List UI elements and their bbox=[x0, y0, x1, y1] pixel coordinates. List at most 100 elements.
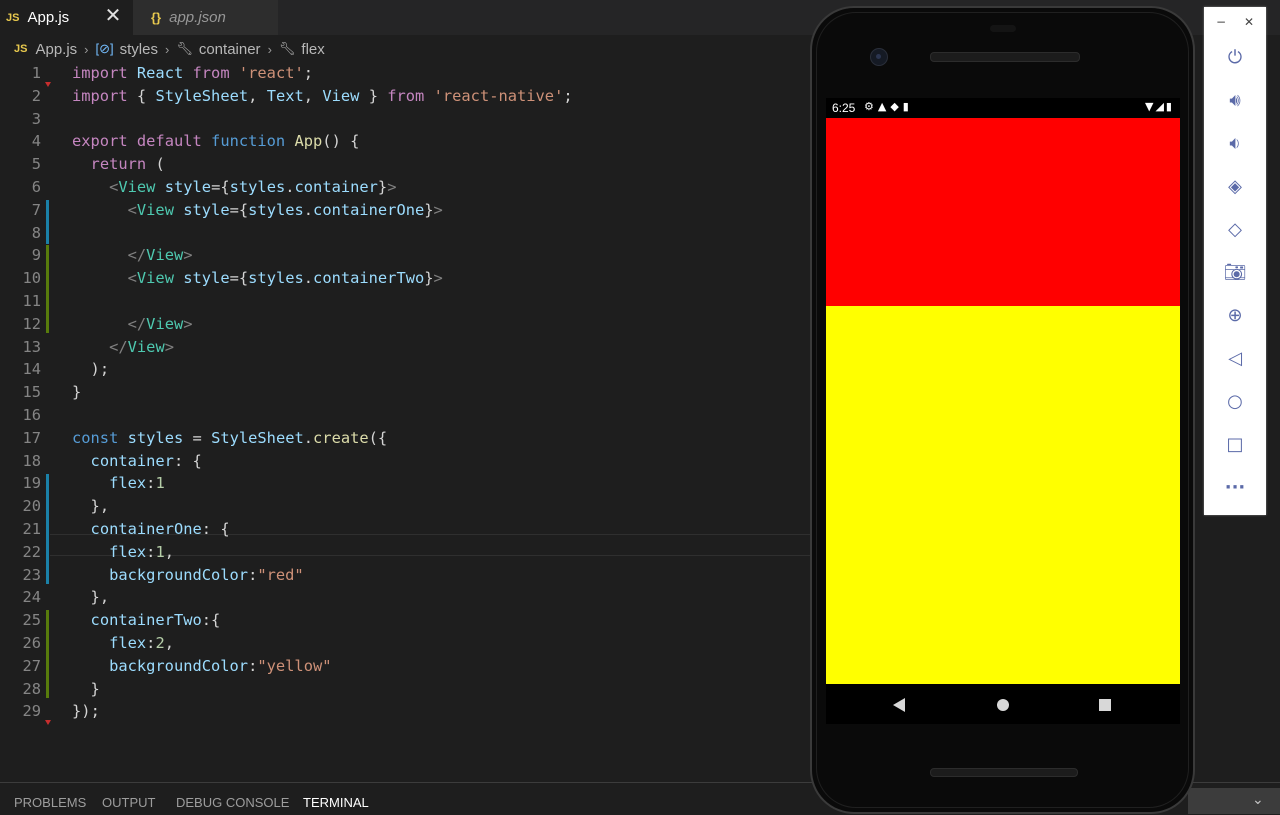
code-line[interactable]: 25 containerTwo:{ bbox=[0, 609, 810, 631]
close-icon[interactable]: ✕ bbox=[104, 4, 122, 26]
breadcrumb: JS App.js › [⊘] styles › 🔧︎ container › … bbox=[0, 38, 325, 60]
line-number: 18 bbox=[22, 451, 41, 470]
volume-up-icon[interactable]: 🔊︎ bbox=[1204, 83, 1266, 117]
tab-terminal[interactable]: TERMINAL bbox=[303, 795, 369, 810]
code-text: backgroundColor:"yellow" bbox=[109, 656, 332, 675]
close-icon[interactable]: ✕ bbox=[1244, 15, 1254, 29]
code-text: flex:1 bbox=[109, 474, 165, 493]
js-file-icon: JS bbox=[14, 43, 28, 55]
tab-label: App.js bbox=[27, 9, 70, 26]
code-text: </View> bbox=[109, 337, 174, 356]
line-number: 17 bbox=[22, 428, 41, 447]
line-number: 10 bbox=[22, 269, 41, 288]
home-icon[interactable]: ○ bbox=[1204, 384, 1266, 418]
signal-battery-icons: ▼◢▮ bbox=[1145, 100, 1174, 113]
code-line[interactable]: 29}); bbox=[0, 700, 810, 722]
camera-icon[interactable]: 📷︎ bbox=[1204, 255, 1266, 289]
code-line[interactable]: 15} bbox=[0, 381, 810, 403]
line-number: 24 bbox=[22, 588, 41, 607]
code-line[interactable]: 6 <View style={styles.container}> bbox=[0, 176, 810, 198]
code-text: }); bbox=[72, 702, 100, 721]
tab-output[interactable]: OUTPUT bbox=[102, 795, 155, 810]
minimize-icon[interactable]: − bbox=[1216, 15, 1226, 29]
line-number: 9 bbox=[31, 246, 41, 265]
rotate-right-icon[interactable]: ◇ bbox=[1204, 212, 1266, 246]
code-line[interactable]: 11 bbox=[0, 290, 810, 312]
code-line[interactable]: 7 <View style={styles.containerOne}> bbox=[0, 199, 810, 221]
code-line[interactable]: 9 </View> bbox=[0, 244, 810, 266]
breadcrumb-item[interactable]: flex bbox=[301, 41, 324, 58]
code-text: flex:1, bbox=[109, 542, 174, 561]
tab-label: app.json bbox=[169, 9, 226, 26]
js-file-icon: JS bbox=[6, 11, 20, 24]
volume-down-icon[interactable]: 🔉︎ bbox=[1204, 126, 1266, 160]
code-text: containerTwo:{ bbox=[90, 611, 221, 630]
overview-icon[interactable]: □ bbox=[1204, 427, 1266, 461]
code-line[interactable]: 17 const styles = StyleSheet.create({ bbox=[0, 427, 810, 449]
code-text: }, bbox=[90, 497, 110, 516]
code-text: export default function App() { bbox=[72, 132, 360, 151]
code-text: const styles = StyleSheet.create({ bbox=[72, 428, 388, 447]
line-number: 22 bbox=[22, 542, 41, 561]
code-line[interactable]: 2 import { StyleSheet, Text, View } from … bbox=[0, 85, 810, 107]
line-number: 1 bbox=[31, 64, 41, 82]
chevron-right-icon: › bbox=[267, 41, 272, 57]
code-line[interactable]: 21 containerOne: { bbox=[0, 518, 810, 540]
code-line[interactable]: 28 } bbox=[0, 678, 810, 700]
code-line[interactable]: 18 container: { bbox=[0, 450, 810, 472]
code-text: <View style={styles.containerTwo}> bbox=[127, 269, 443, 288]
terminal-selector[interactable] bbox=[1188, 788, 1280, 814]
code-line[interactable]: 12 </View> bbox=[0, 313, 810, 335]
code-editor[interactable]: 1 import React from 'react'; 2 import { Sty… bbox=[0, 62, 810, 780]
back-icon[interactable] bbox=[893, 698, 905, 712]
code-line[interactable]: 10 <View style={styles.containerTwo}> bbox=[0, 267, 810, 289]
line-number: 6 bbox=[31, 178, 41, 196]
line-number: 14 bbox=[22, 360, 41, 379]
line-number: 21 bbox=[22, 520, 41, 538]
overview-icon[interactable] bbox=[1099, 699, 1111, 711]
code-text: </View> bbox=[127, 246, 193, 265]
line-number: 3 bbox=[31, 109, 41, 128]
container-one-view bbox=[826, 118, 1180, 306]
power-icon[interactable]: ⏻ bbox=[1204, 40, 1266, 74]
rotate-left-icon[interactable]: ◈ bbox=[1204, 169, 1266, 203]
tab-problems[interactable]: PROBLEMS bbox=[14, 795, 86, 810]
code-line[interactable]: 26 flex:2, bbox=[0, 632, 810, 654]
code-line[interactable]: 24 }, bbox=[0, 586, 810, 608]
breadcrumb-item[interactable]: styles bbox=[120, 41, 158, 58]
line-number: 29 bbox=[22, 702, 41, 721]
code-line[interactable]: 23 backgroundColor:"red" bbox=[0, 564, 810, 586]
code-line[interactable]: 27 backgroundColor:"yellow" bbox=[0, 655, 810, 677]
code-line[interactable]: 1 import React from 'react'; bbox=[0, 62, 810, 84]
breadcrumb-item[interactable]: App.js bbox=[35, 41, 77, 58]
code-line[interactable]: 20 }, bbox=[0, 495, 810, 517]
line-number: 28 bbox=[22, 679, 41, 698]
breadcrumb-item[interactable]: container bbox=[199, 41, 261, 58]
emulator-toolbar: − ✕ ⏻ 🔊︎ 🔉︎ ◈ ◇ 📷︎ ⊕ ◁ ○ □ ··· bbox=[1204, 7, 1266, 515]
tab-app-js[interactable]: JS App.js ✕ bbox=[0, 0, 133, 35]
tab-debug-console[interactable]: DEBUG CONSOLE bbox=[176, 795, 289, 810]
home-icon[interactable] bbox=[997, 699, 1009, 711]
code-line[interactable]: 14 ); bbox=[0, 358, 810, 380]
zoom-icon[interactable]: ⊕ bbox=[1204, 298, 1266, 332]
front-camera bbox=[870, 48, 888, 66]
chevron-down-icon[interactable]: ⌄ bbox=[1252, 792, 1266, 808]
line-number: 11 bbox=[22, 292, 41, 310]
line-number: 25 bbox=[22, 611, 41, 630]
code-text: </View> bbox=[127, 314, 193, 333]
code-line[interactable]: 4 export default function App() { bbox=[0, 130, 810, 152]
more-icon[interactable]: ··· bbox=[1204, 470, 1266, 504]
tab-app-json[interactable]: {} app.json bbox=[133, 0, 278, 35]
container-two-view bbox=[826, 306, 1180, 684]
code-line[interactable]: 16 bbox=[0, 404, 810, 426]
code-line[interactable]: 19 flex:1 bbox=[0, 472, 810, 494]
code-line[interactable]: 3 bbox=[0, 108, 810, 130]
line-number: 12 bbox=[22, 314, 41, 333]
code-line[interactable]: 5 return ( bbox=[0, 153, 810, 175]
code-line[interactable]: 8 bbox=[0, 222, 810, 244]
code-line[interactable]: 22 flex:1, bbox=[0, 541, 810, 563]
back-icon[interactable]: ◁ bbox=[1204, 341, 1266, 375]
line-number: 20 bbox=[22, 497, 41, 516]
code-line[interactable]: 13 </View> bbox=[0, 336, 810, 358]
code-text: import React from 'react'; bbox=[72, 64, 314, 82]
